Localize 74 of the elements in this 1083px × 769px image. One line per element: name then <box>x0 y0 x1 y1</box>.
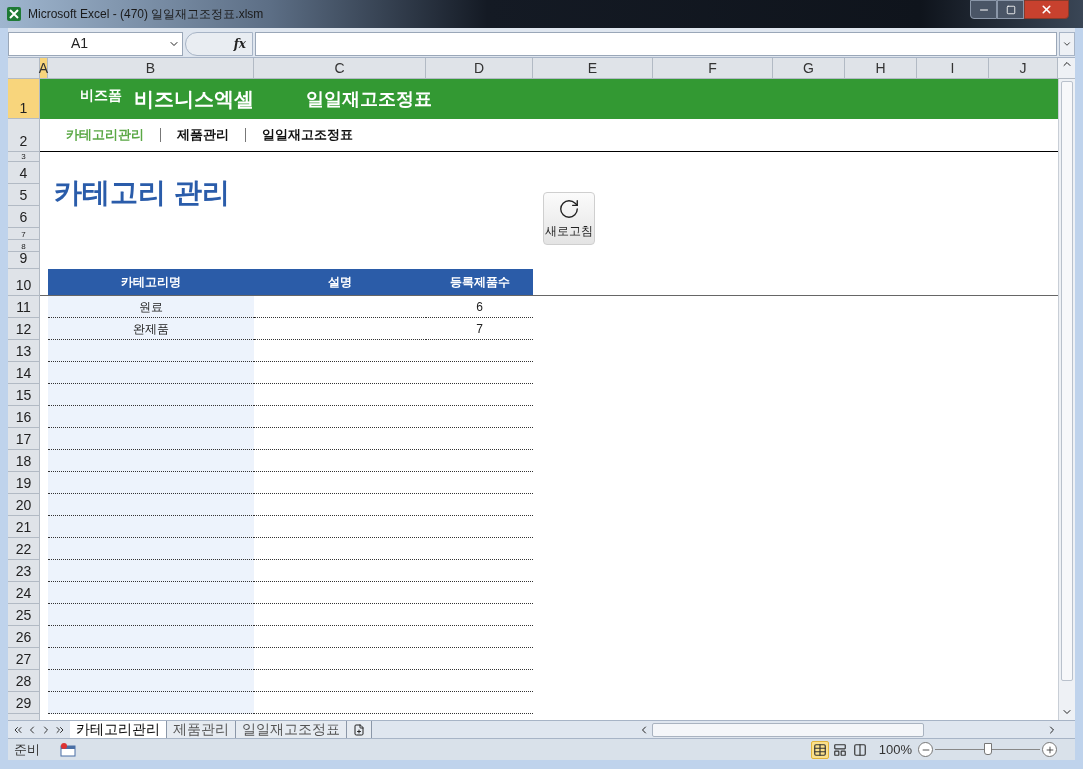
row-header[interactable]: 2 <box>8 119 39 152</box>
row-header[interactable]: 5 <box>8 184 39 206</box>
close-icon <box>1040 3 1053 16</box>
page-break-icon <box>852 742 867 757</box>
row-header[interactable]: 26 <box>8 626 39 648</box>
row-header[interactable]: 4 <box>8 162 39 184</box>
record-macro-icon[interactable] <box>60 742 76 757</box>
sheet-tab[interactable]: 제품관리 <box>167 721 236 738</box>
row-header[interactable]: 28 <box>8 670 39 692</box>
view-button[interactable] <box>810 740 829 759</box>
name-box[interactable]: A1 <box>8 31 183 56</box>
minimize-button[interactable] <box>970 0 997 19</box>
row-header[interactable]: 17 <box>8 428 39 450</box>
row-header[interactable]: 15 <box>8 384 39 406</box>
formula-input[interactable] <box>255 31 1057 56</box>
sheet-tab[interactable]: 카테고리관리 <box>70 721 167 738</box>
row-header[interactable]: 10 <box>8 269 39 296</box>
row-header[interactable]: 25 <box>8 604 39 626</box>
expand-formula-button[interactable] <box>1059 31 1075 56</box>
row-header[interactable]: 8 <box>8 240 39 252</box>
row-header[interactable]: 20 <box>8 494 39 516</box>
new-sheet-icon <box>353 723 365 736</box>
table-header-cell: 등록제품수 <box>426 269 533 295</box>
zoom-slider-thumb[interactable] <box>983 743 992 755</box>
plus-icon <box>1044 744 1055 755</box>
insert-function-button[interactable]: fx <box>233 34 246 53</box>
row-header[interactable]: 16 <box>8 406 39 428</box>
normal-view-icon <box>812 742 827 757</box>
zoom-in-button[interactable] <box>1042 742 1057 757</box>
row-header[interactable]: 21 <box>8 516 39 538</box>
table-cell: 원료 <box>48 296 254 318</box>
row-header[interactable]: 3 <box>8 152 39 162</box>
vertical-scrollbar[interactable] <box>1058 79 1075 720</box>
status-mode: 준비 <box>14 740 40 759</box>
maximize-icon <box>1005 4 1016 15</box>
table-cell: 완제품 <box>48 318 254 340</box>
insert-sheet-tab[interactable] <box>347 721 372 738</box>
sheet-tab[interactable]: 일일재고조정표 <box>236 721 347 738</box>
page-layout-icon <box>832 742 847 757</box>
brand-name: 비즈니스엑셀 <box>134 87 254 112</box>
row-header[interactable]: 6 <box>8 206 39 228</box>
horizontal-scrollbar-thumb[interactable] <box>652 722 924 737</box>
scrollbar-thumb[interactable] <box>1061 81 1073 681</box>
row-header[interactable]: 9 <box>8 252 39 269</box>
brand-subtitle: 비즈폼 <box>80 85 122 105</box>
row-header[interactable]: 13 <box>8 340 39 362</box>
spreadsheet-logo-icon <box>6 6 22 22</box>
row-header[interactable]: 22 <box>8 538 39 560</box>
page-heading: 카테고리 관리 <box>54 176 230 210</box>
row-header[interactable]: 19 <box>8 472 39 494</box>
close-button[interactable] <box>1024 0 1069 19</box>
row-header[interactable]: 23 <box>8 560 39 582</box>
table-cell: 6 <box>426 296 533 318</box>
row-header[interactable]: 7 <box>8 228 39 240</box>
nav-link[interactable]: 일일재고조정표 <box>262 125 353 145</box>
row-header[interactable]: 14 <box>8 362 39 384</box>
zoom-level[interactable]: 100% <box>878 739 912 760</box>
table-header-cell: 카테고리명 <box>48 269 254 295</box>
row-header[interactable]: 27 <box>8 648 39 670</box>
row-header[interactable]: 18 <box>8 450 39 472</box>
zoom-out-button[interactable] <box>918 742 933 757</box>
maximize-button[interactable] <box>997 0 1024 19</box>
row-header[interactable]: 1 <box>8 79 39 119</box>
refresh-button[interactable]: 새로고침 <box>543 192 595 245</box>
table-cell: 7 <box>426 318 533 340</box>
banner-title: 일일재고조정표 <box>306 87 432 111</box>
table-header-cell: 설명 <box>254 269 426 295</box>
row-header[interactable]: 12 <box>8 318 39 340</box>
window-title: Microsoft Excel - (470) 일일재고조정표.xlsm <box>28 6 264 23</box>
nav-link[interactable]: 제품관리 <box>177 125 229 145</box>
row-header[interactable]: 24 <box>8 582 39 604</box>
row-header[interactable]: 29 <box>8 692 39 714</box>
row-header[interactable]: 11 <box>8 296 39 318</box>
refresh-icon <box>558 197 580 220</box>
